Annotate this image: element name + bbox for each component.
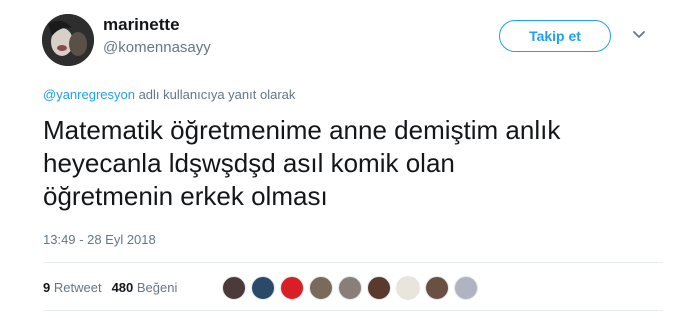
retweet-stat[interactable]: 9 Retweet	[43, 280, 102, 295]
tweet-card: marinette @komennasayy Takip et @yanregr…	[0, 0, 690, 318]
chevron-down-icon[interactable]	[632, 30, 646, 40]
tweet-text-line: Matematik öğretmenime anne demiştim anlı…	[43, 115, 561, 145]
liker-avatar-5[interactable]	[338, 276, 362, 300]
liker-avatars	[222, 276, 483, 300]
user-handle[interactable]: @komennasayy	[103, 39, 211, 56]
reply-mention-link[interactable]: @yanregresyon	[43, 87, 135, 102]
liker-avatar-2[interactable]	[251, 276, 275, 300]
avatar[interactable]	[42, 14, 94, 66]
like-count: 480	[111, 280, 134, 295]
display-name[interactable]: marinette	[103, 15, 180, 35]
avatar-image	[42, 14, 94, 66]
retweet-label: Retweet	[53, 280, 102, 295]
liker-avatar-4[interactable]	[309, 276, 333, 300]
liker-avatar-9[interactable]	[454, 276, 478, 300]
divider	[43, 262, 663, 263]
tweet-text-line: heyecanla ldşwşdşd asıl komik olan	[43, 148, 455, 178]
like-stat[interactable]: 480 Beğeni	[112, 280, 178, 295]
retweet-count: 9	[43, 280, 51, 295]
tweet-stats: 9 Retweet 480 Beğeni	[43, 280, 177, 295]
liker-avatar-7[interactable]	[396, 276, 420, 300]
liker-avatar-1[interactable]	[222, 276, 246, 300]
reply-context-label: adlı kullanıcıya yanıt olarak	[134, 87, 296, 102]
reply-context: @yanregresyon adlı kullanıcıya yanıt ola…	[43, 87, 295, 102]
tweet-text-line: öğretmenin erkek olması	[43, 181, 328, 211]
tweet-timestamp[interactable]: 13:49 - 28 Eyl 2018	[43, 232, 156, 247]
tweet-text: Matematik öğretmenime anne demiştim anlı…	[43, 114, 663, 213]
divider	[43, 310, 663, 311]
like-label: Beğeni	[136, 280, 178, 295]
liker-avatar-3[interactable]	[280, 276, 304, 300]
liker-avatar-6[interactable]	[367, 276, 391, 300]
liker-avatar-8[interactable]	[425, 276, 449, 300]
follow-button[interactable]: Takip et	[499, 20, 611, 52]
